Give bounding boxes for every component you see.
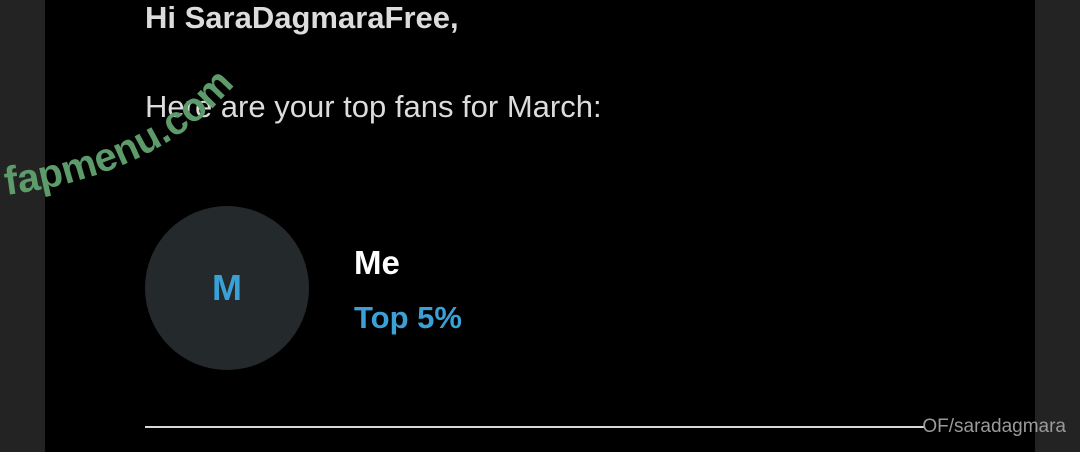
greeting-text: Hi SaraDagmaraFree, bbox=[145, 0, 459, 35]
fan-avatar[interactable]: M bbox=[145, 206, 309, 370]
watermark-credit: OF/saradagmara bbox=[922, 416, 1066, 437]
screenshot-page: Hi SaraDagmaraFree, Here are your top fa… bbox=[0, 0, 1080, 452]
fan-rank-badge: Top 5% bbox=[354, 300, 462, 335]
avatar-initial: M bbox=[212, 267, 242, 308]
fan-name[interactable]: Me bbox=[354, 244, 400, 282]
fan-list-item[interactable]: M Me Top 5% bbox=[145, 206, 845, 372]
divider-line bbox=[145, 426, 925, 428]
intro-text: Here are your top fans for March: bbox=[145, 89, 602, 124]
